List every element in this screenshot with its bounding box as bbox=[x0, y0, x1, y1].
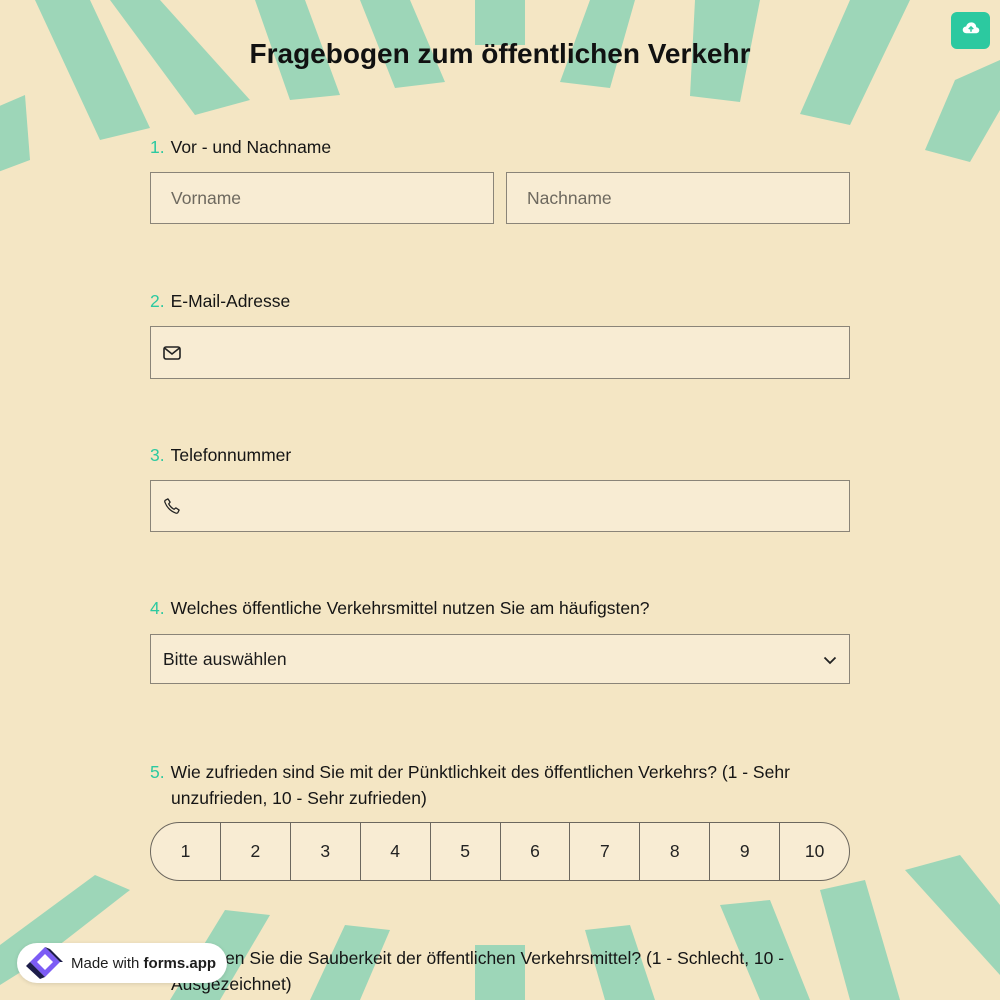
question-text: E-Mail-Adresse bbox=[170, 291, 291, 311]
rating-option[interactable]: 3 bbox=[291, 823, 361, 880]
question-number: 4. bbox=[150, 598, 165, 618]
question-text: Wie zufrieden sind Sie mit der Pünktlich… bbox=[170, 762, 790, 808]
question-5-label: 5. Wie zufrieden sind Sie mit der Pünktli… bbox=[150, 759, 851, 811]
question-6-label: 6.Bewerten Sie die Sauberkeit der öffent… bbox=[150, 945, 851, 997]
rating-option[interactable]: 5 bbox=[431, 823, 501, 880]
question-text: Bewerten Sie die Sauberkeit der öffentli… bbox=[170, 948, 785, 994]
question-4-label: 4. Welches öffentliche Verkehrsmittel nut… bbox=[150, 595, 830, 621]
upload-button[interactable] bbox=[951, 12, 990, 49]
envelope-icon bbox=[151, 345, 192, 360]
question-2-label: 2. E-Mail-Adresse bbox=[150, 288, 830, 314]
rating-option[interactable]: 10 bbox=[780, 823, 849, 880]
first-name-input[interactable] bbox=[151, 173, 493, 223]
question-number: 5. bbox=[150, 762, 165, 782]
rating-option[interactable]: 6 bbox=[501, 823, 571, 880]
made-with-badge[interactable]: Made with forms.app bbox=[17, 943, 227, 983]
rating-option[interactable]: 4 bbox=[361, 823, 431, 880]
phone-field[interactable] bbox=[150, 480, 850, 532]
form-title: Fragebogen zum öffentlichen Verkehr bbox=[249, 38, 751, 69]
last-name-input[interactable] bbox=[507, 173, 849, 223]
first-name-field[interactable] bbox=[150, 172, 494, 224]
question-1-label: 1. Vor - und Nachname bbox=[150, 134, 830, 160]
rating-option[interactable]: 8 bbox=[640, 823, 711, 880]
forms-app-logo-icon bbox=[25, 943, 65, 983]
phone-icon bbox=[151, 497, 192, 515]
email-field[interactable] bbox=[150, 326, 850, 379]
question-number: 1. bbox=[150, 137, 165, 157]
question-text: Telefonnummer bbox=[170, 445, 292, 465]
question-3-label: 3. Telefonnummer bbox=[150, 442, 830, 468]
question-number: 2. bbox=[150, 291, 165, 311]
badge-text: Made with forms.app bbox=[71, 955, 216, 972]
form-container: Fragebogen zum öffentlichen Verkehr 1. Vo… bbox=[0, 0, 1000, 1000]
email-input[interactable] bbox=[192, 327, 849, 378]
rating-option[interactable]: 9 bbox=[710, 823, 781, 880]
cloud-upload-icon bbox=[962, 21, 980, 40]
question-text: Vor - und Nachname bbox=[170, 137, 332, 157]
rating-option[interactable]: 1 bbox=[151, 823, 221, 880]
rating-option[interactable]: 7 bbox=[570, 823, 641, 880]
transport-select[interactable]: Bitte auswählen bbox=[150, 634, 850, 684]
chevron-down-icon bbox=[823, 649, 837, 670]
question-text: Welches öffentliche Verkehrsmittel nutze… bbox=[170, 598, 650, 618]
last-name-field[interactable] bbox=[506, 172, 850, 224]
rating-scale: 1 2 3 4 5 6 7 8 9 10 bbox=[150, 822, 850, 881]
question-number: 3. bbox=[150, 445, 165, 465]
rating-option[interactable]: 2 bbox=[221, 823, 291, 880]
select-value: Bitte auswählen bbox=[163, 648, 287, 669]
badge-brand: forms.app bbox=[143, 954, 217, 972]
badge-prefix: Made with bbox=[71, 954, 140, 972]
phone-input[interactable] bbox=[192, 481, 849, 531]
